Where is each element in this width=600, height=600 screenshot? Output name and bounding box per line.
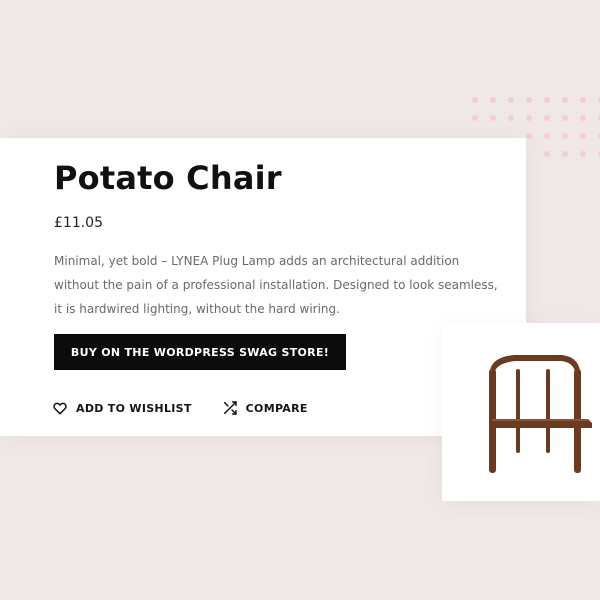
compare-button[interactable]: COMPARE [222, 400, 308, 416]
buy-button[interactable]: BUY ON THE WORDPRESS SWAG STORE! [54, 334, 346, 370]
shuffle-icon [222, 400, 238, 416]
product-actions: ADD TO WISHLIST COMPARE [52, 400, 308, 416]
product-title: Potato Chair [54, 159, 282, 197]
heart-icon [52, 400, 68, 416]
compare-label: COMPARE [245, 401, 308, 415]
product-description: Minimal, yet bold – LYNEA Plug Lamp adds… [54, 254, 498, 316]
product-price: £11.05 [54, 215, 103, 231]
wishlist-label: ADD TO WISHLIST [76, 401, 192, 415]
add-to-wishlist-button[interactable]: ADD TO WISHLIST [52, 400, 192, 416]
chair-image [489, 355, 592, 473]
product-image-card[interactable] [442, 323, 600, 501]
